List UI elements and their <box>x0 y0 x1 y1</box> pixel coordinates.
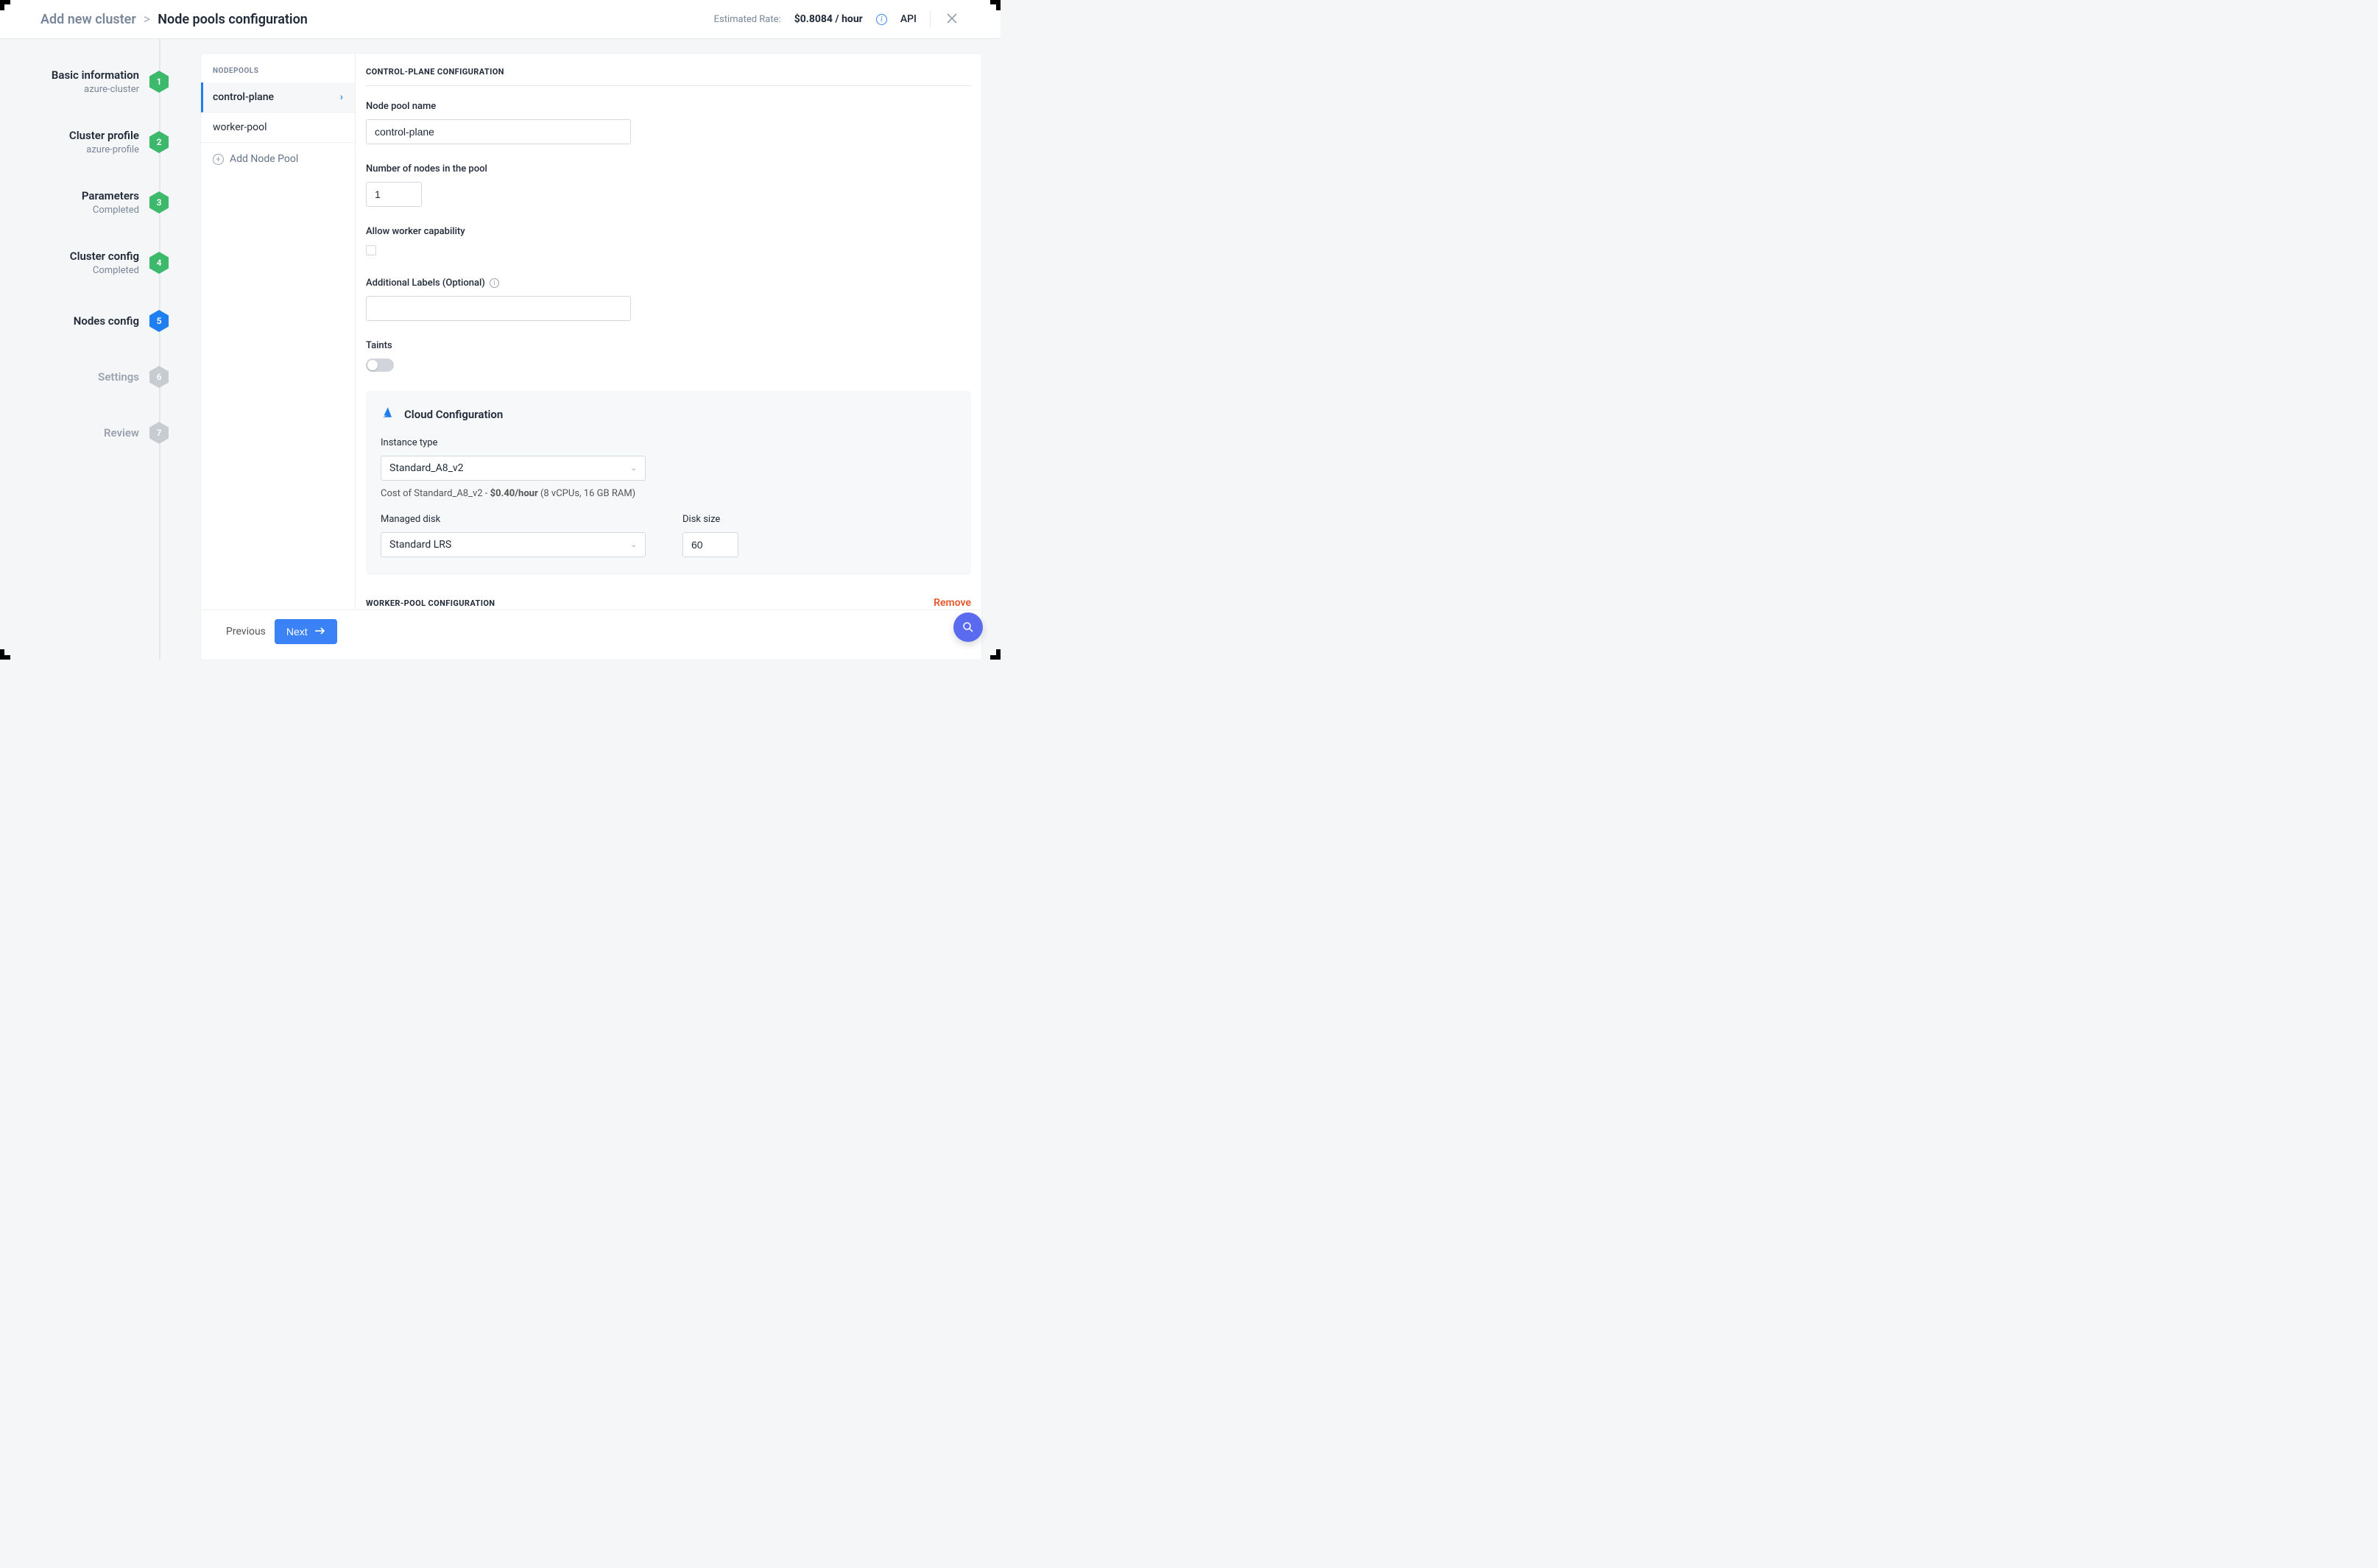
step-badge: 2 <box>149 131 169 153</box>
taints-toggle[interactable] <box>366 359 394 372</box>
footer: Previous Next <box>201 610 981 652</box>
step-item[interactable]: Cluster config Completed 4 <box>0 250 172 276</box>
managed-disk-select[interactable]: Standard LRS ⌄ <box>381 532 646 557</box>
node-count-input[interactable] <box>366 182 422 207</box>
managed-disk-value: Standard LRS <box>389 539 451 551</box>
instance-type-value: Standard_A8_v2 <box>389 462 464 474</box>
step-subtitle: Completed <box>82 205 139 216</box>
step-title: Nodes config <box>74 314 139 328</box>
step-item[interactable]: Nodes config 5 <box>0 310 172 332</box>
step-badge: 3 <box>149 191 169 213</box>
disk-size-input[interactable] <box>682 532 738 557</box>
cloud-config-title: Cloud Configuration <box>404 408 503 421</box>
step-title: Parameters <box>82 189 139 202</box>
form-content: CONTROL-PLANE CONFIGURATION Node pool na… <box>356 54 981 610</box>
step-title: Cluster profile <box>69 129 139 142</box>
instance-cost-line: Cost of Standard_A8_v2 - $0.40/hour (8 v… <box>381 488 956 499</box>
info-icon[interactable]: i <box>490 278 499 288</box>
step-subtitle: Completed <box>70 265 139 276</box>
page-header: Add new cluster > Node pools configurati… <box>0 0 1001 39</box>
search-icon <box>962 621 975 634</box>
main-panel: NODEPOOLS control-plane › worker-pool + Ad… <box>201 54 981 660</box>
step-badge: 1 <box>149 71 169 93</box>
node-pool-name-label: Node pool name <box>366 101 971 112</box>
info-icon[interactable]: i <box>876 14 887 25</box>
api-link[interactable]: API <box>900 13 917 25</box>
previous-button[interactable]: Previous <box>226 626 266 638</box>
divider <box>930 11 931 27</box>
additional-labels-label: Additional Labels (Optional) <box>366 278 485 289</box>
step-item[interactable]: Review 7 <box>0 422 172 444</box>
nodepool-item-label: worker-pool <box>213 121 267 133</box>
step-badge: 6 <box>149 366 169 388</box>
nodepool-sidebar: NODEPOOLS control-plane › worker-pool + Ad… <box>201 54 356 610</box>
section-title-control-plane: CONTROL-PLANE CONFIGURATION <box>366 67 971 85</box>
breadcrumb-separator: > <box>144 12 150 27</box>
additional-labels-input[interactable] <box>366 296 631 321</box>
next-label: Next <box>286 626 308 638</box>
arrow-right-icon <box>315 626 325 638</box>
wizard-stepper: Basic information azure-cluster 1 Cluster p… <box>0 39 172 660</box>
managed-disk-label: Managed disk <box>381 514 646 525</box>
step-badge: 5 <box>149 310 169 332</box>
step-title: Settings <box>98 370 139 384</box>
add-nodepool-button[interactable]: + Add Node Pool <box>201 143 355 175</box>
rate-value: $0.8084 / hour <box>794 13 863 25</box>
step-badge: 4 <box>149 252 169 274</box>
instance-type-select[interactable]: Standard_A8_v2 ⌄ <box>381 456 646 481</box>
disk-size-label: Disk size <box>682 514 738 525</box>
rate-label: Estimated Rate: <box>714 14 781 25</box>
nodepool-item-label: control-plane <box>213 91 274 103</box>
add-nodepool-label: Add Node Pool <box>230 153 298 165</box>
step-title: Cluster config <box>70 250 139 263</box>
allow-worker-label: Allow worker capability <box>366 226 971 237</box>
nodepool-item[interactable]: worker-pool <box>201 113 355 143</box>
chevron-down-icon: ⌄ <box>631 541 637 549</box>
remove-button[interactable]: Remove <box>934 597 971 609</box>
step-title: Review <box>104 426 139 439</box>
step-title: Basic information <box>52 68 139 82</box>
help-fab[interactable] <box>953 612 983 642</box>
close-icon[interactable] <box>944 10 960 29</box>
node-pool-name-input[interactable] <box>366 119 631 144</box>
breadcrumb-root[interactable]: Add new cluster <box>40 12 136 27</box>
chevron-right-icon: › <box>340 91 343 103</box>
step-subtitle: azure-cluster <box>52 84 139 95</box>
allow-worker-checkbox[interactable] <box>366 245 376 255</box>
instance-type-label: Instance type <box>381 437 956 448</box>
node-count-label: Number of nodes in the pool <box>366 163 971 174</box>
step-item[interactable]: Settings 6 <box>0 366 172 388</box>
step-item[interactable]: Parameters Completed 3 <box>0 189 172 216</box>
azure-icon <box>381 406 394 423</box>
step-item[interactable]: Cluster profile azure-profile 2 <box>0 129 172 155</box>
breadcrumb: Add new cluster > Node pools configurati… <box>40 12 714 27</box>
nodepool-item[interactable]: control-plane › <box>201 82 355 113</box>
step-badge: 7 <box>149 422 169 444</box>
step-subtitle: azure-profile <box>69 144 139 155</box>
nodepool-sidebar-header: NODEPOOLS <box>201 64 355 82</box>
step-item[interactable]: Basic information azure-cluster 1 <box>0 68 172 95</box>
plus-icon: + <box>213 154 224 165</box>
section-title-worker-pool: WORKER-POOL CONFIGURATION <box>366 598 495 608</box>
cloud-config-box: Cloud Configuration Instance type Standa… <box>366 391 971 575</box>
chevron-down-icon: ⌄ <box>631 465 637 473</box>
next-button[interactable]: Next <box>275 619 337 644</box>
taints-label: Taints <box>366 340 971 351</box>
breadcrumb-current: Node pools configuration <box>158 12 308 27</box>
